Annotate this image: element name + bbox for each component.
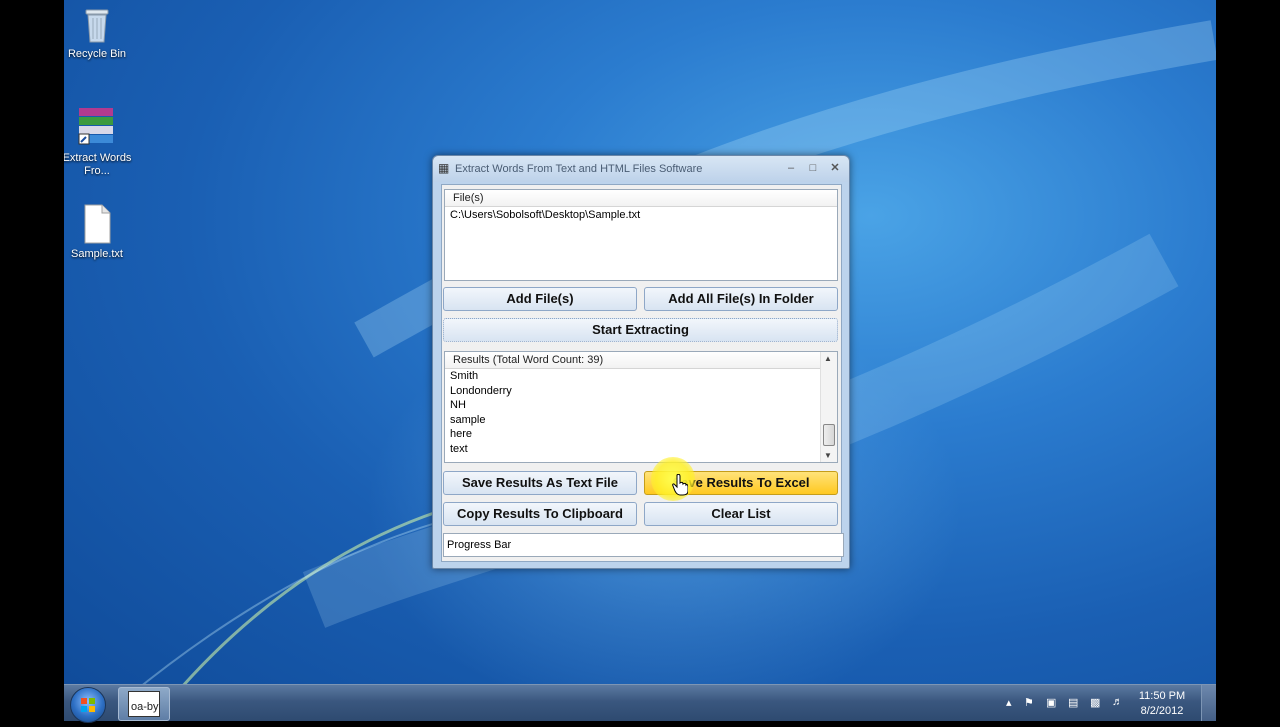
copy-clipboard-button[interactable]: Copy Results To Clipboard <box>443 502 637 526</box>
minimize-icon[interactable]: – <box>781 160 801 176</box>
show-desktop-button[interactable] <box>1201 685 1216 721</box>
list-item[interactable]: sample <box>445 413 837 428</box>
hand-cursor-icon <box>672 474 688 496</box>
save-text-button[interactable]: Save Results As Text File <box>443 471 637 495</box>
trash-icon <box>85 9 109 43</box>
windows-logo-icon <box>81 698 95 712</box>
recycle-bin-label: Recycle Bin <box>67 48 127 60</box>
list-item[interactable]: Londonderry <box>445 384 837 399</box>
tray-expand-icon[interactable]: ▴ <box>1006 696 1012 709</box>
volume-icon[interactable]: ♬ <box>1112 696 1123 708</box>
clear-list-button[interactable]: Clear List <box>644 502 838 526</box>
sample-txt-icon[interactable]: Sample.txt <box>64 204 132 261</box>
taskbar-app-button[interactable]: oa-by <box>118 687 170 721</box>
list-item[interactable]: here <box>445 427 837 442</box>
system-tray: ▴ ⚑ ▣ ▤ ▩ ♬ 11:50 PM 8/2/2012 <box>996 685 1216 721</box>
clock-date: 8/2/2012 <box>1140 705 1184 717</box>
start-extracting-button[interactable]: Start Extracting <box>443 318 838 342</box>
window-title: Extract Words From Text and HTML Files S… <box>455 163 703 175</box>
files-header[interactable]: File(s) <box>445 190 837 207</box>
results-list[interactable]: Results (Total Word Count: 39) Smith Lon… <box>444 351 838 463</box>
books-icon <box>78 108 113 145</box>
network-icon[interactable]: ▩ <box>1090 696 1100 709</box>
start-button[interactable] <box>70 687 106 723</box>
results-header-label: Results (Total Word Count: 39) <box>453 354 604 366</box>
app-taskbar-icon: oa-by <box>128 691 160 717</box>
add-files-button[interactable]: Add File(s) <box>443 287 637 311</box>
list-item[interactable]: NH <box>445 398 837 413</box>
letterbox-left <box>0 0 64 720</box>
scroll-up-icon[interactable]: ▲ <box>824 354 832 363</box>
title-bar[interactable]: ▦ Extract Words From Text and HTML Files… <box>433 156 849 182</box>
list-item[interactable]: C:\Users\Sobolsoft\Desktop\Sample.txt <box>445 207 837 223</box>
client-area: File(s) C:\Users\Sobolsoft\Desktop\Sampl… <box>441 184 844 562</box>
list-item[interactable]: Smith <box>445 369 837 384</box>
list-item[interactable]: text <box>445 442 837 457</box>
maximize-icon[interactable]: □ <box>803 160 823 176</box>
app-tray-icon[interactable]: ▣ <box>1046 696 1056 709</box>
scroll-thumb[interactable] <box>823 424 835 446</box>
app-window: ▦ Extract Words From Text and HTML Files… <box>432 155 850 569</box>
text-file-icon <box>84 204 111 244</box>
scroll-down-icon[interactable]: ▼ <box>824 451 832 460</box>
clock-time: 11:50 PM <box>1138 690 1186 702</box>
sample-txt-label: Sample.txt <box>71 248 123 260</box>
files-header-label: File(s) <box>453 192 484 204</box>
close-icon[interactable]: ✕ <box>825 160 845 176</box>
files-list[interactable]: File(s) C:\Users\Sobolsoft\Desktop\Sampl… <box>444 189 838 281</box>
add-folder-button[interactable]: Add All File(s) In Folder <box>644 287 838 311</box>
app-taskbar-label: oa-by <box>131 701 159 713</box>
progress-bar: Progress Bar <box>443 533 844 557</box>
app-icon: ▦ <box>438 161 450 175</box>
letterbox-right <box>1216 0 1280 720</box>
extract-words-shortcut-icon[interactable]: Extract Words Fro... <box>64 104 132 178</box>
flag-icon[interactable]: ⚑ <box>1024 696 1034 709</box>
display-icon[interactable]: ▤ <box>1068 696 1078 709</box>
results-scrollbar[interactable]: ▲ ▼ <box>820 352 837 462</box>
clock[interactable]: 11:50 PM 8/2/2012 <box>1132 689 1192 719</box>
extract-words-shortcut-label: Extract Words Fro... <box>64 152 132 177</box>
taskbar: oa-by ▴ ⚑ ▣ ▤ ▩ ♬ 11:50 PM 8/2/2012 <box>64 684 1216 723</box>
recycle-bin-icon[interactable]: Recycle Bin <box>64 6 132 61</box>
results-header[interactable]: Results (Total Word Count: 39) <box>445 352 820 369</box>
